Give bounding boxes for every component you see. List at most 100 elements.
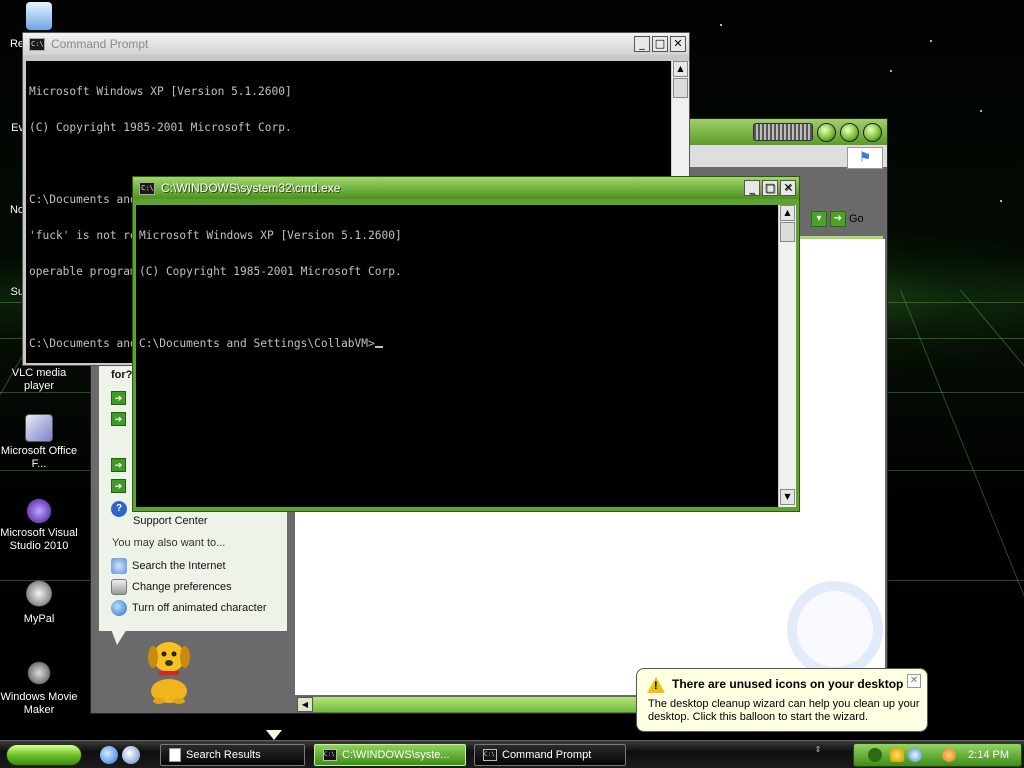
- scroll-down-button[interactable]: ▼: [780, 489, 795, 505]
- maximize-button[interactable]: □: [652, 36, 668, 52]
- desktop-icon-label: VLC media player: [11, 367, 67, 392]
- taskbar-button-command-prompt[interactable]: C:\ Command Prompt: [474, 744, 626, 766]
- sidebar-option[interactable]: ➔: [111, 458, 126, 472]
- console-icon: C:\: [29, 37, 45, 51]
- maximize-button[interactable]: □: [762, 180, 778, 196]
- text-cursor: [374, 346, 383, 348]
- change-preferences-label[interactable]: Change preferences: [132, 581, 232, 593]
- recycle-bin-icon: [26, 2, 52, 30]
- also-want-heading: You may also want to...: [112, 537, 226, 549]
- support-center-link[interactable]: ?: [111, 501, 127, 517]
- star: [890, 70, 892, 72]
- balloon-tail: [266, 730, 282, 740]
- minimize-button[interactable]: _: [634, 36, 650, 52]
- search-internet-label[interactable]: Search the Internet: [132, 560, 226, 572]
- desktop-cleanup-balloon[interactable]: ! There are unused icons on your desktop…: [636, 668, 928, 732]
- grid-line: [900, 289, 1024, 708]
- titlebar[interactable]: C:\ C:\WINDOWS\system32\cmd.exe _ □ ✕: [133, 177, 799, 199]
- arrow-right-icon: ➔: [111, 479, 126, 493]
- address-go[interactable]: ▾ ➔ Go: [811, 211, 864, 227]
- scroll-thumb[interactable]: [673, 78, 688, 98]
- visual-studio-icon: [24, 498, 54, 524]
- movie-maker-icon: [24, 658, 54, 688]
- decorative-grill: [753, 123, 813, 141]
- console-output[interactable]: Microsoft Windows XP [Version 5.1.2600] …: [136, 205, 778, 507]
- start-button[interactable]: [6, 744, 82, 766]
- scroll-up-button[interactable]: ▲: [780, 205, 795, 221]
- change-preferences-link[interactable]: Change preferences: [111, 579, 232, 595]
- support-center-label[interactable]: Support Center: [133, 515, 208, 527]
- desktop-icon-mypal[interactable]: MyPal: [0, 580, 78, 626]
- warning-mark: !: [654, 680, 658, 692]
- help-icon: ?: [111, 501, 127, 517]
- cmd-exe-window[interactable]: C:\ C:\WINDOWS\system32\cmd.exe _ □ ✕ Mi…: [132, 176, 800, 512]
- desktop-icon-windows-movie-maker[interactable]: Windows Movie Maker: [0, 658, 78, 717]
- desktop-icon-microsoft-visual-studio-2010[interactable]: Microsoft Visual Studio 2010: [0, 498, 78, 553]
- console-icon: C:\: [139, 181, 155, 195]
- taskbar-button-cmd-exe[interactable]: C:\ C:\WINDOWS\syste...: [314, 744, 466, 766]
- desktop-icon-microsoft-office-f[interactable]: Microsoft Office F...: [0, 414, 78, 471]
- explorer-icon[interactable]: [122, 746, 140, 764]
- close-icon[interactable]: ✕: [907, 674, 921, 688]
- tray-security-icon[interactable]: [908, 748, 922, 762]
- sidebar-option[interactable]: ➔: [111, 479, 126, 493]
- windows-logo-icon: ⚑: [847, 147, 883, 169]
- dropdown-arrow-icon[interactable]: ▾: [811, 211, 827, 227]
- desktop-icon-label: Windows Movie Maker: [0, 691, 78, 716]
- search-internet-link[interactable]: Search the Internet: [111, 558, 226, 574]
- console-line: Microsoft Windows XP [Version 5.1.2600]: [29, 85, 292, 98]
- tray-search-icon[interactable]: [942, 748, 956, 762]
- desktop-icon-label: MyPal: [23, 613, 55, 625]
- minimize-button[interactable]: _: [744, 180, 760, 196]
- sidebar-heading-partial: for?: [111, 369, 133, 381]
- balloon-body: The desktop cleanup wizard can help you …: [648, 698, 920, 723]
- window-title: C:\WINDOWS\system32\cmd.exe: [161, 181, 341, 195]
- go-label[interactable]: Go: [849, 213, 864, 225]
- minimize-orb-button[interactable]: [817, 123, 836, 142]
- desktop-icon-partial-label: Su: [10, 286, 24, 298]
- vertical-scrollbar[interactable]: ▲ ▼: [778, 205, 796, 507]
- turn-off-character-link[interactable]: Turn off animated character: [111, 600, 267, 616]
- balloon-title: There are unused icons on your desktop: [672, 677, 904, 691]
- scroll-left-button[interactable]: ◀: [297, 697, 313, 712]
- tray-expand-icon[interactable]: ⇕: [812, 745, 824, 765]
- sidebar-option[interactable]: ➔: [111, 391, 126, 405]
- go-arrow-icon[interactable]: ➔: [830, 211, 846, 227]
- close-button[interactable]: ✕: [780, 180, 796, 196]
- taskbar-button-search-results[interactable]: Search Results: [160, 744, 305, 766]
- tray-shield-icon[interactable]: [890, 748, 904, 762]
- star: [980, 110, 982, 112]
- taskbar-clock[interactable]: 2:14 PM: [968, 749, 1009, 761]
- star: [930, 40, 932, 42]
- taskbar-button-label: C:\WINDOWS\syste...: [342, 749, 450, 761]
- recycle-bin-shortcut[interactable]: [0, 2, 78, 33]
- dog-character-icon[interactable]: [139, 633, 199, 705]
- scroll-thumb[interactable]: [780, 222, 795, 242]
- desktop-icon-partial-label: No: [9, 204, 24, 216]
- turn-off-character-label[interactable]: Turn off animated character: [132, 602, 267, 614]
- desktop-icon-label: Microsoft Office F...: [0, 445, 78, 470]
- scroll-up-button[interactable]: ▲: [673, 61, 688, 77]
- console-icon: C:\: [323, 749, 337, 761]
- tray-network-icon[interactable]: [868, 748, 882, 762]
- titlebar[interactable]: C:\ Command Prompt _ □ ✕: [23, 33, 689, 55]
- desktop-icon-label: Microsoft Visual Studio 2010: [0, 527, 78, 552]
- maximize-orb-button[interactable]: [840, 123, 859, 142]
- star: [720, 24, 722, 26]
- console-line: (C) Copyright 1985-2001 Microsoft Corp.: [139, 265, 402, 278]
- speech-bubble-tail: [111, 629, 127, 645]
- document-icon: [169, 748, 181, 762]
- star: [1000, 200, 1002, 202]
- window-title: Command Prompt: [51, 37, 149, 51]
- gear-icon: [111, 579, 127, 595]
- close-orb-button[interactable]: [863, 123, 882, 142]
- internet-explorer-icon[interactable]: [100, 746, 118, 764]
- office-icon: [25, 414, 53, 442]
- close-button[interactable]: ✕: [670, 36, 686, 52]
- desktop-icon-vlc-media-player[interactable]: VLC media player: [0, 367, 78, 393]
- console-icon: C:\: [483, 749, 497, 761]
- sidebar-option[interactable]: ➔: [111, 412, 126, 426]
- desktop-icon-partial-label: Ev: [11, 122, 24, 134]
- console-line: (C) Copyright 1985-2001 Microsoft Corp.: [29, 121, 292, 134]
